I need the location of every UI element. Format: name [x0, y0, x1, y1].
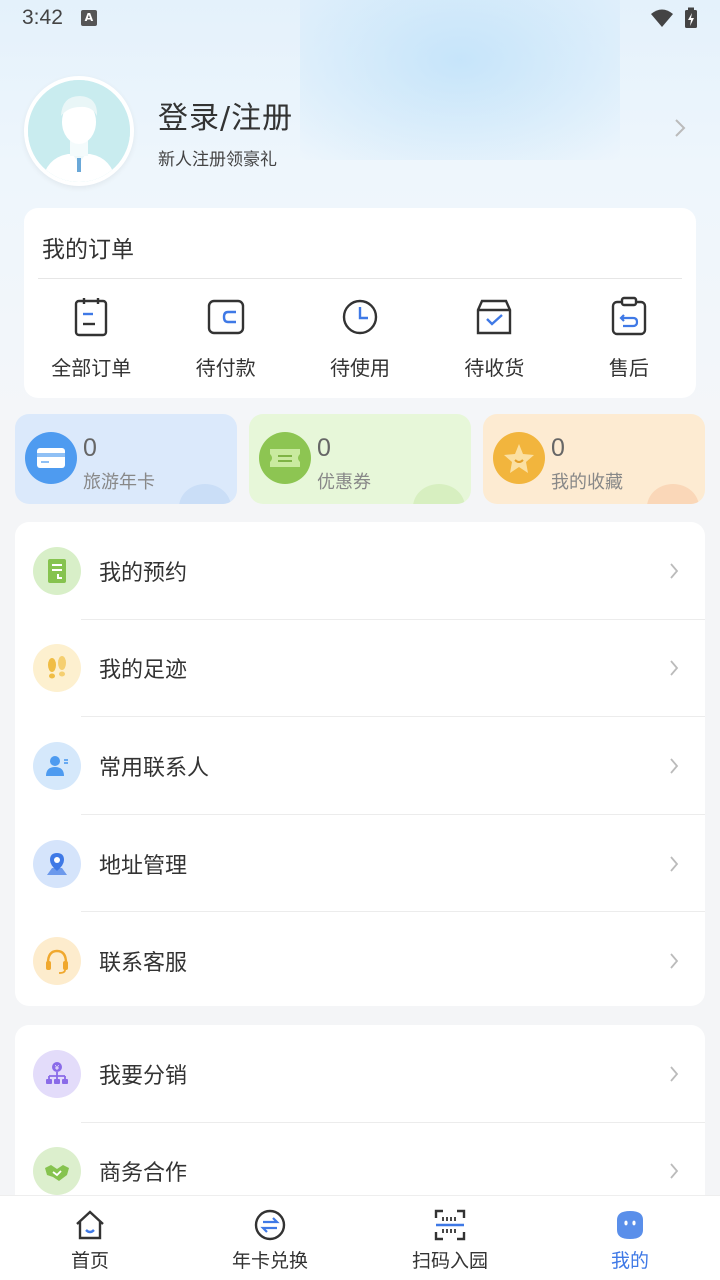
decoration [179, 484, 231, 504]
chevron-right-icon [670, 660, 679, 676]
favorites-stat[interactable]: 0 我的收藏 [483, 414, 705, 504]
decoration [647, 484, 699, 504]
menu-item-footprint[interactable]: 我的足迹 [15, 620, 705, 718]
footprint-icon [33, 644, 81, 693]
divider [38, 278, 682, 279]
chevron-right-icon [670, 1163, 679, 1179]
status-bar: 3:42 A [0, 0, 720, 36]
status-time: 3:42 [22, 6, 63, 29]
favorites-count: 0 [551, 434, 565, 462]
keyboard-indicator-icon: A [80, 10, 97, 26]
return-icon [611, 296, 647, 336]
distribution-icon: ¥ [33, 1049, 81, 1098]
mine-icon [617, 1211, 643, 1239]
favorites-circle [493, 432, 545, 484]
battery-icon [685, 7, 697, 28]
coupon-label: 优惠券 [317, 472, 371, 493]
coupon-count: 0 [317, 434, 331, 462]
annual-card-label: 旅游年卡 [83, 472, 155, 493]
wallet-icon [207, 299, 244, 335]
default-avatar-icon [28, 80, 130, 182]
order-after-sales[interactable]: 售后 [562, 296, 696, 381]
tab-label: 我的 [610, 1250, 649, 1272]
contact-icon [33, 741, 81, 790]
chevron-right-icon [670, 563, 679, 579]
menu-label: 联系客服 [99, 951, 188, 977]
favorites-label: 我的收藏 [551, 472, 623, 493]
headset-icon [33, 937, 81, 986]
order-all-label: 全部订单 [51, 356, 132, 380]
menu-item-distribution[interactable]: ¥ 我要分销 [15, 1025, 705, 1123]
menu-label: 常用联系人 [99, 755, 210, 781]
tab-label: 年卡兑换 [231, 1250, 308, 1272]
order-to-use-label: 待使用 [330, 356, 391, 380]
chevron-right-icon[interactable] [674, 118, 686, 138]
tab-label: 首页 [70, 1250, 109, 1272]
menu-label: 地址管理 [99, 853, 188, 879]
menu-item-address[interactable]: 地址管理 [15, 815, 705, 913]
order-pending-payment[interactable]: 待付款 [158, 296, 292, 381]
clipboard-icon [75, 298, 108, 337]
login-profile[interactable]: 登录/注册 新人注册领豪礼 [24, 76, 696, 186]
tab-card-exchange[interactable]: 年卡兑换 [180, 1196, 360, 1280]
order-to-receive-label: 待收货 [464, 356, 525, 380]
my-orders-card: 我的订单 全部订单 待付款 待使用 待收货 售后 [24, 208, 696, 398]
coupon-circle [259, 432, 311, 484]
service-menu: 我的预约 我的足迹 常用联系人 地址管理 联系客服 [15, 522, 705, 1006]
coupon-stat[interactable]: 0 优惠券 [249, 414, 471, 504]
wifi-icon [651, 9, 673, 27]
handshake-icon [33, 1147, 81, 1196]
card-icon [37, 448, 65, 468]
chevron-right-icon [670, 855, 679, 872]
menu-label: 我的预约 [99, 560, 188, 586]
home-icon [76, 1210, 104, 1240]
menu-label: 我的足迹 [99, 658, 188, 684]
register-gift-subtitle: 新人注册领豪礼 [158, 149, 277, 170]
order-after-sales-label: 售后 [608, 356, 649, 380]
chevron-right-icon [670, 758, 679, 774]
menu-item-customer-service[interactable]: 联系客服 [15, 912, 705, 1006]
order-to-use[interactable]: 待使用 [293, 296, 427, 381]
order-all[interactable]: 全部订单 [24, 296, 158, 381]
clock-icon [342, 299, 378, 335]
chevron-right-icon [670, 953, 679, 969]
decoration [413, 484, 465, 504]
tab-home[interactable]: 首页 [0, 1196, 180, 1280]
avatar[interactable] [24, 76, 134, 186]
chevron-right-icon [670, 1066, 679, 1082]
reservation-icon [33, 546, 81, 595]
annual-card-circle [25, 432, 77, 484]
tab-label: 扫码入园 [411, 1250, 488, 1272]
my-orders-title[interactable]: 我的订单 [42, 230, 134, 264]
menu-label: 商务合作 [99, 1161, 188, 1187]
menu-item-reservation[interactable]: 我的预约 [15, 522, 705, 620]
bottom-tab-bar: 首页 年卡兑换 扫码入园 我的 [0, 1195, 720, 1280]
menu-label: 我要分销 [99, 1063, 188, 1089]
exchange-icon [254, 1209, 286, 1241]
svg-text:¥: ¥ [55, 1064, 60, 1072]
scan-icon [434, 1209, 466, 1241]
tab-scan-entry[interactable]: 扫码入园 [360, 1196, 540, 1280]
login-register-title[interactable]: 登录/注册 [158, 93, 293, 137]
tab-mine[interactable]: 我的 [540, 1196, 720, 1280]
order-to-receive[interactable]: 待收货 [427, 296, 561, 381]
coupon-icon [270, 449, 300, 467]
box-check-icon [477, 299, 512, 335]
annual-card-count: 0 [83, 434, 97, 462]
star-icon [504, 444, 534, 473]
location-icon [33, 839, 81, 888]
order-pending-payment-label: 待付款 [195, 356, 256, 380]
annual-card-stat[interactable]: 0 旅游年卡 [15, 414, 237, 504]
menu-item-contacts[interactable]: 常用联系人 [15, 717, 705, 815]
